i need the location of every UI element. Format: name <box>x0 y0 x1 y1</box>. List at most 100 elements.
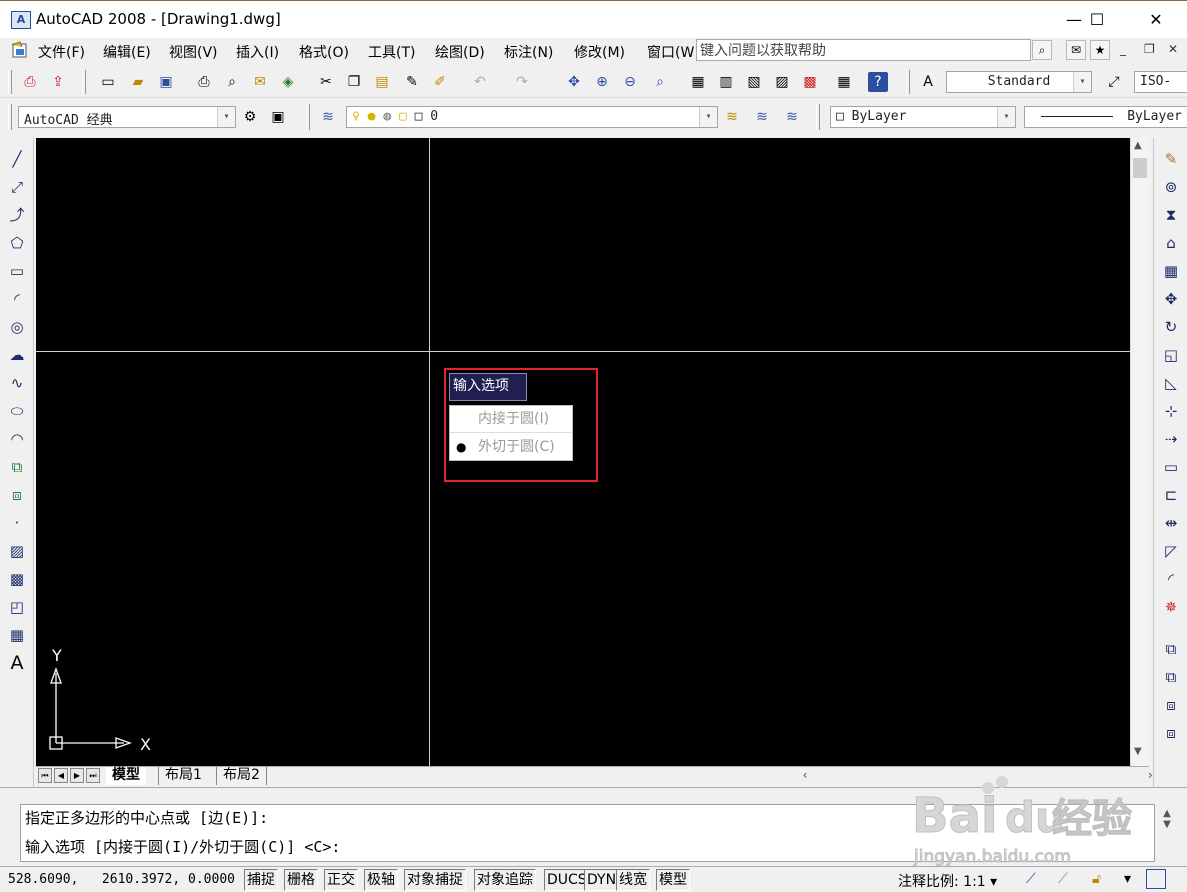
spline-icon[interactable]: ∿ <box>6 372 28 394</box>
bring-to-front-icon[interactable]: ⧉ <box>1160 638 1182 660</box>
toolbar-grip[interactable] <box>8 104 12 130</box>
layer-select[interactable]: ♀ ● ◍ ▢ □ 0 ▾ <box>346 106 718 128</box>
hatch-icon[interactable]: ▨ <box>6 540 28 562</box>
erase-icon[interactable]: ✎ <box>1160 148 1182 170</box>
menu-insert[interactable]: 插入(I) <box>236 42 279 62</box>
plot-icon[interactable]: ⎙ <box>194 72 214 92</box>
copy-object-icon[interactable]: ⊚ <box>1160 176 1182 198</box>
maximize-button[interactable]: ☐ <box>1074 1 1120 39</box>
gradient-icon[interactable]: ▩ <box>6 568 28 590</box>
break-icon[interactable]: ⊏ <box>1160 484 1182 506</box>
scroll-down-icon[interactable]: ▼ <box>1134 746 1142 757</box>
command-prompt-line[interactable]: 输入选项 [内接于圆(I)/外切于圆(C)] <C>: <box>25 836 340 857</box>
move-icon[interactable]: ✥ <box>1160 288 1182 310</box>
menu-dimension[interactable]: 标注(N) <box>504 42 553 62</box>
ortho-toggle[interactable]: 正交 <box>324 869 358 891</box>
copy-icon[interactable]: ❐ <box>344 72 364 92</box>
dyn-toggle[interactable]: DYN <box>584 869 620 891</box>
pan-icon[interactable]: ✥ <box>564 72 584 92</box>
first-tab-icon[interactable]: ⏮ <box>38 768 52 783</box>
polyline-icon[interactable]: ⤴ <box>6 204 28 226</box>
tab-layout2[interactable]: 布局2 <box>216 767 267 785</box>
menu-draw[interactable]: 绘图(D) <box>435 42 485 62</box>
block-editor-icon[interactable]: ✐ <box>430 72 450 92</box>
text-style-icon[interactable]: A <box>918 72 938 92</box>
zoom-previous-icon[interactable]: ⌕ <box>650 72 670 92</box>
3d-dwf-icon[interactable]: ◈ <box>278 72 298 92</box>
search-icon[interactable]: ⌕ <box>1032 40 1052 60</box>
ellipse-icon[interactable]: ⬭ <box>6 400 28 422</box>
fillet-icon[interactable]: ◜ <box>1160 568 1182 590</box>
toolbar-grip[interactable] <box>82 70 86 94</box>
favorites-star-icon[interactable]: ★ <box>1090 40 1110 60</box>
polygon-icon[interactable]: ⬠ <box>6 232 28 254</box>
mirror-icon[interactable]: ⧗ <box>1160 204 1182 226</box>
new-file-icon[interactable]: ▭ <box>98 72 118 92</box>
osnap-toggle[interactable]: 对象捕捉 <box>404 869 466 891</box>
my-workspace-icon[interactable]: ▣ <box>268 107 288 127</box>
publish-dwf-icon[interactable]: ✉ <box>250 72 270 92</box>
point-icon[interactable]: · <box>6 512 28 534</box>
line-icon[interactable]: ╱ <box>6 148 28 170</box>
circle-icon[interactable]: ◎ <box>6 316 28 338</box>
menu-window[interactable]: 窗口(W <box>647 42 695 62</box>
rotate-icon[interactable]: ↻ <box>1160 316 1182 338</box>
tool-palettes-icon[interactable]: ▧ <box>744 72 764 92</box>
plot-preview-icon[interactable]: ⌕ <box>222 72 242 92</box>
zoom-realtime-icon[interactable]: ⊕ <box>592 72 612 92</box>
option-circumscribed[interactable]: ● 外切于圆(C) <box>450 434 572 461</box>
communication-center-icon[interactable]: ✉ <box>1066 40 1086 60</box>
join-icon[interactable]: ⇹ <box>1160 512 1182 534</box>
dimension-style-icon[interactable]: ⤢ <box>1104 72 1124 92</box>
autocad-app-icon[interactable]: A <box>11 11 31 29</box>
scroll-up-icon[interactable]: ▲ <box>1134 140 1142 151</box>
layer-previous-icon[interactable]: ≋ <box>752 107 772 127</box>
status-menu-chevron-icon[interactable]: ▾ <box>1124 871 1131 887</box>
redo-icon[interactable]: ↷ <box>512 72 532 92</box>
bring-above-icon[interactable]: ⧈ <box>1160 694 1182 716</box>
pdf-plot-icon[interactable]: ⎙ <box>20 72 40 92</box>
canvas-vertical-scrollbar[interactable]: ▲ ▼ <box>1130 138 1149 766</box>
menu-edit[interactable]: 编辑(E) <box>103 42 151 62</box>
prev-tab-icon[interactable]: ◀ <box>54 768 68 783</box>
text-style-select[interactable]: Standard ▾ <box>946 71 1092 93</box>
scroll-right-icon[interactable]: › <box>1148 768 1153 782</box>
calculator-icon[interactable]: ▦ <box>834 72 854 92</box>
grid-toggle[interactable]: 栅格 <box>284 869 318 891</box>
toolbar-grip[interactable] <box>306 104 310 130</box>
model-toggle[interactable]: 模型 <box>656 869 690 891</box>
construction-line-icon[interactable]: ⤢ <box>6 176 28 198</box>
scroll-left-icon[interactable]: ‹ <box>799 768 811 783</box>
workspace-settings-icon[interactable]: ⚙ <box>240 107 260 127</box>
menu-modify[interactable]: 修改(M) <box>574 42 625 62</box>
explode-icon[interactable]: ✵ <box>1160 596 1182 618</box>
menu-file[interactable]: 文件(F) <box>38 42 85 62</box>
publish-icon[interactable]: ⇪ <box>48 72 68 92</box>
coordinates-readout[interactable]: 528.6090, 2610.3972, 0.0000 <box>8 872 235 887</box>
rectangle-icon[interactable]: ▭ <box>6 260 28 282</box>
send-to-back-icon[interactable]: ⧉ <box>1160 666 1182 688</box>
menu-view[interactable]: 视图(V) <box>169 42 218 62</box>
command-window-scrollbar[interactable]: ▲ ▼ <box>1157 808 1177 860</box>
break-at-point-icon[interactable]: ▭ <box>1160 456 1182 478</box>
zoom-window-icon[interactable]: ⊖ <box>620 72 640 92</box>
toolbar-lock-icon[interactable]: 🔓︎ <box>1092 871 1101 887</box>
vertical-scroll-thumb[interactable] <box>1133 158 1147 178</box>
match-properties-icon[interactable]: ✎ <box>402 72 422 92</box>
toolbar-grip[interactable] <box>906 70 910 94</box>
last-tab-icon[interactable]: ⏭ <box>86 768 100 783</box>
snap-toggle[interactable]: 捕捉 <box>244 869 278 891</box>
help-icon[interactable]: ? <box>868 72 888 92</box>
document-menu-icon[interactable] <box>10 41 30 59</box>
help-search-input[interactable] <box>696 39 1031 61</box>
clean-screen-icon[interactable] <box>1146 869 1166 889</box>
layer-properties-icon[interactable]: ≋ <box>318 107 338 127</box>
cut-icon[interactable]: ✂ <box>316 72 336 92</box>
send-under-icon[interactable]: ⧈ <box>1160 722 1182 744</box>
offset-icon[interactable]: ⌂ <box>1160 232 1182 254</box>
tab-layout1[interactable]: 布局1 <box>158 767 208 785</box>
undo-icon[interactable]: ↶ <box>470 72 490 92</box>
tab-model[interactable]: 模型 <box>106 767 146 785</box>
auto-scale-icon[interactable]: ⟋ <box>1058 871 1068 887</box>
save-icon[interactable]: ▣ <box>156 72 176 92</box>
